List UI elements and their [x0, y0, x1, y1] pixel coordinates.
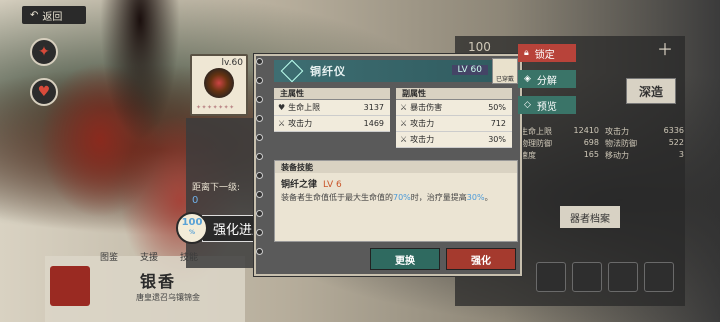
next-level-panel: 距离下一级: 0: [186, 118, 256, 268]
bg-pct: 100: [468, 40, 491, 54]
back-button[interactable]: ↶ 返回: [22, 6, 86, 24]
background-stats: 生命上限 12410 攻击力 6336 物理防御 698 物法防御 522 速度 165 …: [520, 125, 690, 187]
attr-row: ⚔ 攻击力 1469: [274, 116, 390, 132]
stat-row: 物理防御 698 物法防御 522: [520, 137, 684, 148]
character-tabs: 图鉴 支援 技能: [100, 250, 198, 263]
attr-row: ⚔ 暴击伤害 50%: [396, 100, 512, 116]
lock-icon: 🔒︎: [524, 48, 529, 58]
deep-button[interactable]: 深造: [626, 78, 676, 104]
skill-description: 装备者生命值低于最大生命值的70%时，治疗量提高30%。: [281, 193, 493, 202]
sword-icon: ⚔: [400, 135, 408, 144]
progress-pct: 100: [181, 217, 203, 228]
binder-rings: [256, 58, 266, 267]
sword-icon: ⚔: [278, 119, 286, 128]
skill-icon[interactable]: [536, 262, 566, 292]
crit-icon: ⚔: [400, 103, 408, 112]
replace-button[interactable]: 更换: [370, 248, 440, 270]
upgrade-button[interactable]: 强化: [446, 248, 516, 270]
equipment-level: LV 60: [451, 65, 488, 75]
equipment-type-icon: [280, 59, 304, 83]
preview-icon: ◇: [524, 100, 531, 110]
skill-title: 装备技能: [275, 161, 517, 173]
skill-icon[interactable]: [608, 262, 638, 292]
attr-row: ⚔ 攻击力 712: [396, 116, 512, 132]
equipped-label: 已穿戴: [495, 76, 514, 83]
plus-icon[interactable]: ＋: [654, 38, 676, 59]
item-gem-icon: [204, 68, 234, 98]
skill-name: 铜纤之律: [281, 180, 318, 190]
attr-row: ♥ 生命上限 3137: [274, 100, 390, 116]
skill-icon[interactable]: [572, 262, 602, 292]
lock-label: 锁定: [534, 49, 555, 61]
equipment-icon[interactable]: ✦: [30, 38, 58, 66]
tab-0[interactable]: 图鉴: [100, 250, 118, 263]
card-header: 铜纤仪 LV 60 已穿戴: [274, 58, 518, 84]
decompose-label: 分解: [536, 75, 557, 87]
lock-button[interactable]: 🔒︎ 锁定: [518, 44, 576, 62]
equipment-name: 铜纤仪: [310, 65, 346, 78]
eye-icon: ◈: [524, 74, 531, 84]
item-level: lv.60: [221, 58, 243, 68]
preview-button[interactable]: ◇ 预览: [518, 96, 576, 114]
stat-row: 速度 165 移动力 3: [520, 149, 684, 160]
main-attributes: 主属性 ♥ 生命上限 3137 ⚔ 攻击力 1469: [274, 88, 390, 154]
distance-label: 距离下一级:: [192, 183, 241, 193]
tab-1[interactable]: 支援: [140, 250, 158, 263]
distance-value: 0: [192, 195, 199, 206]
equipment-skill: 装备技能 铜纤之律 LV 6 装备者生命值低于最大生命值的70%时，治疗量提高30…: [274, 160, 518, 242]
back-label: 返回: [42, 11, 63, 23]
heart-icon[interactable]: ♥: [30, 78, 58, 106]
character-subtitle: 唐皇遗召乌镶锦金: [136, 293, 200, 302]
equipment-card: 铜纤仪 LV 60 已穿戴 主属性 ♥ 生命上限 3137 ⚔ 攻击力 1469 副…: [254, 54, 522, 276]
main-attr-title: 主属性: [274, 88, 390, 100]
stat-row: 生命上限 12410 攻击力 6336: [520, 125, 684, 136]
item-thumbnail[interactable]: lv.60 ✦✦✦✦✦✦✦: [190, 54, 248, 116]
equipped-avatar[interactable]: 已穿戴: [492, 58, 518, 84]
bottom-skill-icons: [536, 262, 674, 292]
archive-button[interactable]: 器者档案: [560, 206, 620, 228]
skill-level: LV 6: [323, 180, 342, 190]
star-rating: ✦✦✦✦✦✦✦: [196, 104, 235, 111]
faction-badge: [50, 266, 90, 306]
percent-sign: %: [188, 229, 195, 236]
skill-name-row: 铜纤之律 LV 6: [275, 173, 517, 190]
preview-label: 预览: [536, 101, 557, 113]
skill-icon[interactable]: [644, 262, 674, 292]
decompose-button[interactable]: ◈ 分解: [518, 70, 576, 88]
back-arrow-icon: ↶: [30, 9, 39, 21]
attr-row: ⚔ 攻击力 30%: [396, 132, 512, 148]
sub-attr-title: 副属性: [396, 88, 512, 100]
progress-circle: 100 %: [176, 212, 208, 244]
character-name: 银香: [140, 272, 177, 291]
sub-attributes: 副属性 ⚔ 暴击伤害 50% ⚔ 攻击力 712 ⚔ 攻击力 30%: [396, 88, 512, 154]
heart-icon: ♥: [278, 103, 286, 112]
sword-icon: ⚔: [400, 119, 408, 128]
